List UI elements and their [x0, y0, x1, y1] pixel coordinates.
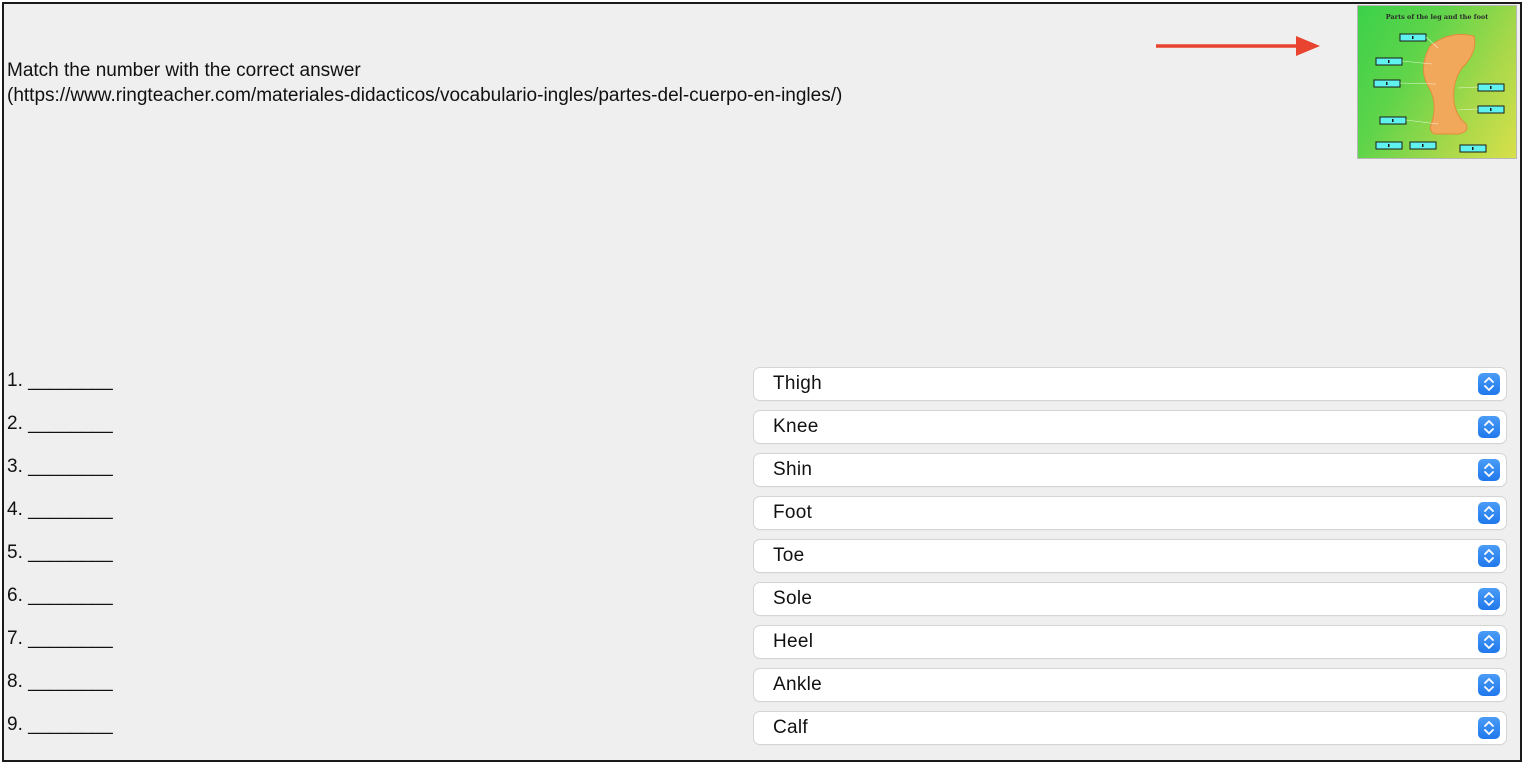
answer-select-5[interactable]: Toe — [754, 540, 1506, 572]
stepper-icon — [1478, 717, 1500, 739]
select-value: Thigh — [773, 373, 823, 394]
instructions: Match the number with the correct answer… — [7, 58, 842, 108]
answer-select-1[interactable]: Thigh — [754, 368, 1506, 400]
source-url: (https://www.ringteacher.com/materiales-… — [7, 85, 843, 106]
row-label-7: 7. ________ — [7, 628, 113, 649]
answer-select-6[interactable]: Sole — [754, 583, 1506, 615]
stepper-icon — [1478, 373, 1500, 395]
select-value: Knee — [773, 416, 819, 437]
row-label-8: 8. ________ — [7, 671, 113, 692]
stepper-icon — [1478, 545, 1500, 567]
answer-select-4[interactable]: Foot — [754, 497, 1506, 529]
select-value: Ankle — [773, 674, 823, 695]
select-value: Heel — [773, 631, 814, 652]
row-label-3: 3. ________ — [7, 456, 113, 477]
select-value: Calf — [773, 717, 808, 738]
leg-diagram-thumbnail[interactable]: Parts of the leg and the foot — [1357, 5, 1517, 159]
row-label-4: 4. ________ — [7, 499, 113, 520]
question-panel: Match the number with the correct answer… — [2, 2, 1522, 762]
select-value: Shin — [773, 459, 813, 480]
stepper-icon — [1478, 459, 1500, 481]
stepper-icon — [1478, 588, 1500, 610]
stepper-icon — [1478, 674, 1500, 696]
answer-select-9[interactable]: Calf — [754, 712, 1506, 744]
stepper-icon — [1478, 502, 1500, 524]
answer-select-7[interactable]: Heel — [754, 626, 1506, 658]
answer-select-2[interactable]: Knee — [754, 411, 1506, 443]
row-label-6: 6. ________ — [7, 585, 113, 606]
select-value: Foot — [773, 502, 813, 523]
right-arrow-icon — [1156, 36, 1320, 56]
thumbnail-title: Parts of the leg and the foot — [1386, 13, 1489, 21]
instruction-text: Match the number with the correct answer — [7, 60, 361, 81]
row-label-5: 5. ________ — [7, 542, 113, 563]
select-value: Toe — [773, 545, 805, 566]
answer-select-3[interactable]: Shin — [754, 454, 1506, 486]
row-label-2: 2. ________ — [7, 413, 113, 434]
row-label-9: 9. ________ — [7, 714, 113, 735]
stepper-icon — [1478, 631, 1500, 653]
answer-select-8[interactable]: Ankle — [754, 669, 1506, 701]
stepper-icon — [1478, 416, 1500, 438]
select-value: Sole — [773, 588, 813, 609]
row-label-1: 1. ________ — [7, 370, 113, 391]
